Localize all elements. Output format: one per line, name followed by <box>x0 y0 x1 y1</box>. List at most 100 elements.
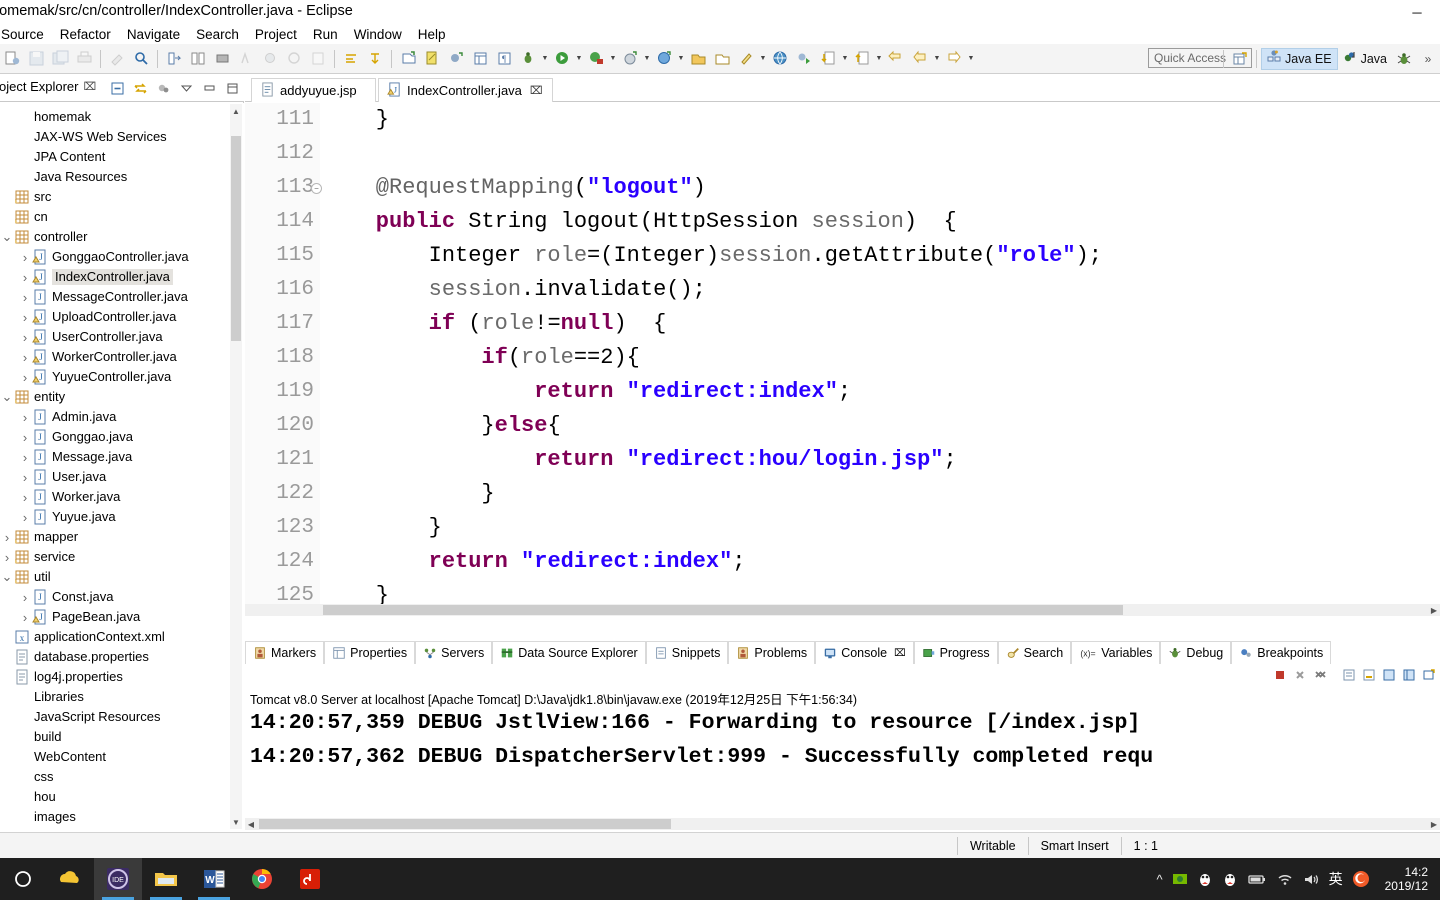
tree-item-log4j-properties[interactable]: log4j.properties <box>0 667 244 687</box>
tree-item-entity[interactable]: ⌄ entity <box>0 387 244 407</box>
menu-help[interactable]: Help <box>410 27 454 42</box>
chevron-right-icon[interactable]: › <box>18 330 32 345</box>
chevron-right-icon[interactable]: › <box>18 290 32 305</box>
scroll-down-icon[interactable]: ▼ <box>230 815 242 829</box>
menu-source[interactable]: Source <box>0 27 52 42</box>
bottom-tab-snippets[interactable]: Snippets <box>645 641 729 664</box>
show-whitespace-icon[interactable] <box>364 48 386 70</box>
tree-item-images[interactable]: images <box>0 807 244 827</box>
tree-item-build[interactable]: build <box>0 727 244 747</box>
taskbar-app-eclipse-ide-icon[interactable]: IDE <box>94 858 142 900</box>
qq-icon[interactable] <box>1197 871 1213 887</box>
maximize-icon[interactable] <box>222 78 242 98</box>
toolbar-dropdown-arrow[interactable]: ▼ <box>758 48 768 70</box>
tree-item-const-java[interactable]: › J Const.java <box>0 587 244 607</box>
chevron-right-icon[interactable]: › <box>0 550 14 565</box>
tree-item-gonggao-java[interactable]: › J Gonggao.java <box>0 427 244 447</box>
perspective-java[interactable]: Java <box>1338 48 1392 70</box>
new-wizard-icon[interactable] <box>1 48 23 70</box>
toolbar-dropdown-arrow[interactable]: ▼ <box>642 48 652 70</box>
menu-refactor[interactable]: Refactor <box>52 27 119 42</box>
tree-item-yuyue-java[interactable]: › J Yuyue.java <box>0 507 244 527</box>
open-type-icon[interactable] <box>283 48 305 70</box>
chevron-down-icon[interactable]: ⌄ <box>0 390 14 403</box>
collapse-all-icon[interactable] <box>107 78 127 98</box>
remove-all-terminated-icon[interactable] <box>1311 666 1329 684</box>
close-project-icon[interactable] <box>711 48 733 70</box>
scrollbar-thumb[interactable] <box>259 819 671 829</box>
terminate-icon[interactable] <box>1271 666 1289 684</box>
scroll-up-icon[interactable]: ▲ <box>230 104 242 118</box>
skip-all-breakpoints-icon[interactable] <box>259 48 281 70</box>
open-task-icon[interactable] <box>307 48 329 70</box>
new-class-icon[interactable] <box>445 48 467 70</box>
new-file-icon[interactable] <box>421 48 443 70</box>
view-menu-icon[interactable] <box>176 78 196 98</box>
editor-horizontal-scrollbar[interactable]: ◀ ▶ <box>245 604 1440 616</box>
menu-navigate[interactable]: Navigate <box>119 27 188 42</box>
qq-icon-2[interactable] <box>1222 871 1238 887</box>
tree-item-user-java[interactable]: › J User.java <box>0 467 244 487</box>
fold-collapse-icon[interactable]: − <box>311 183 322 194</box>
explorer-tree-body[interactable]: homemak JAX-WS Web Services JPA Content Jav… <box>0 103 244 830</box>
battery-icon[interactable] <box>1247 872 1267 886</box>
next-annotation-icon[interactable] <box>163 48 185 70</box>
minimize-button[interactable]: ─ <box>1394 0 1440 24</box>
volume-icon[interactable] <box>1303 872 1320 887</box>
console-output[interactable]: 14:20:57,359 DEBUG JstlView:166 - Forwar… <box>245 706 1440 816</box>
tree-item-homemak[interactable]: homemak <box>0 107 244 127</box>
chevron-right-icon[interactable]: › <box>18 430 32 445</box>
run-icon[interactable] <box>551 48 573 70</box>
last-edit-location-icon[interactable] <box>211 48 233 70</box>
chevron-right-icon[interactable]: › <box>18 450 32 465</box>
close-icon[interactable]: ⌧ <box>894 648 906 659</box>
tree-item-usercontroller-java[interactable]: › J UserController.java <box>0 327 244 347</box>
debug-perspective-icon[interactable] <box>1393 48 1415 70</box>
perspective-java-ee[interactable]: Java EE <box>1261 48 1338 70</box>
toolbar-dropdown-arrow[interactable]: ▼ <box>574 48 584 70</box>
source-code[interactable]: } @RequestMapping("logout") public Strin… <box>323 103 1440 616</box>
bottom-tab-debug[interactable]: Debug <box>1160 641 1232 664</box>
tree-item-uploadcontroller-java[interactable]: › J UploadController.java <box>0 307 244 327</box>
new-java-project-icon[interactable] <box>397 48 419 70</box>
taskbar-app-netease-music-icon[interactable] <box>286 858 334 900</box>
print-icon[interactable] <box>73 48 95 70</box>
chevron-right-icon[interactable]: › <box>18 470 32 485</box>
link-with-editor-icon[interactable] <box>130 78 150 98</box>
tree-item-message-java[interactable]: › J Message.java <box>0 447 244 467</box>
chevron-right-icon[interactable]: › <box>0 530 14 545</box>
nvidia-icon[interactable] <box>1172 871 1188 887</box>
tree-item-webcontent[interactable]: WebContent <box>0 747 244 767</box>
bottom-tab-search[interactable]: Search <box>997 641 1072 664</box>
toolbar-dropdown-arrow[interactable]: ▼ <box>932 48 942 70</box>
console-horizontal-scrollbar[interactable]: ◀ ▶ <box>245 818 1440 830</box>
toolbar-dropdown-arrow[interactable]: ▼ <box>540 48 550 70</box>
open-web-browser-icon[interactable] <box>769 48 791 70</box>
editor-tab-addyuyue-jsp[interactable]: addyuyue.jsp <box>251 78 376 102</box>
chevron-down-icon[interactable]: ⌄ <box>0 230 14 243</box>
export-icon[interactable] <box>851 48 873 70</box>
toggle-mark-occurrences-icon[interactable] <box>235 48 257 70</box>
open-project-icon[interactable] <box>687 48 709 70</box>
chevron-down-icon[interactable]: ⌄ <box>0 570 14 583</box>
start-circle-icon[interactable] <box>0 858 46 900</box>
bottom-tab-console[interactable]: Console ⌧ <box>815 641 914 664</box>
tree-item-worker-java[interactable]: › J Worker.java <box>0 487 244 507</box>
wifi-icon[interactable] <box>1276 872 1294 886</box>
remove-launch-icon[interactable] <box>1291 666 1309 684</box>
bottom-tab-variables[interactable]: (x)= Variables <box>1071 641 1161 664</box>
open-perspective-icon[interactable] <box>1229 48 1251 70</box>
sogou-input-icon[interactable] <box>1352 870 1370 888</box>
tree-item-indexcontroller-java[interactable]: › J IndexController.java <box>0 267 244 287</box>
run-as-server-icon[interactable] <box>585 48 607 70</box>
explorer-vertical-scrollbar[interactable]: ▲ ▼ <box>230 104 242 829</box>
toolbar-dropdown-arrow[interactable]: ▼ <box>608 48 618 70</box>
import-icon[interactable] <box>817 48 839 70</box>
chevron-right-icon[interactable]: › <box>18 410 32 425</box>
menu-window[interactable]: Window <box>346 27 410 42</box>
tree-item-messagecontroller-java[interactable]: › J MessageController.java <box>0 287 244 307</box>
tree-item-java-resources[interactable]: Java Resources <box>0 167 244 187</box>
toggle-block-selection-icon[interactable] <box>340 48 362 70</box>
search-toolbar-icon[interactable] <box>130 48 152 70</box>
bottom-tab-data-source-explorer[interactable]: Data Source Explorer <box>492 641 646 664</box>
